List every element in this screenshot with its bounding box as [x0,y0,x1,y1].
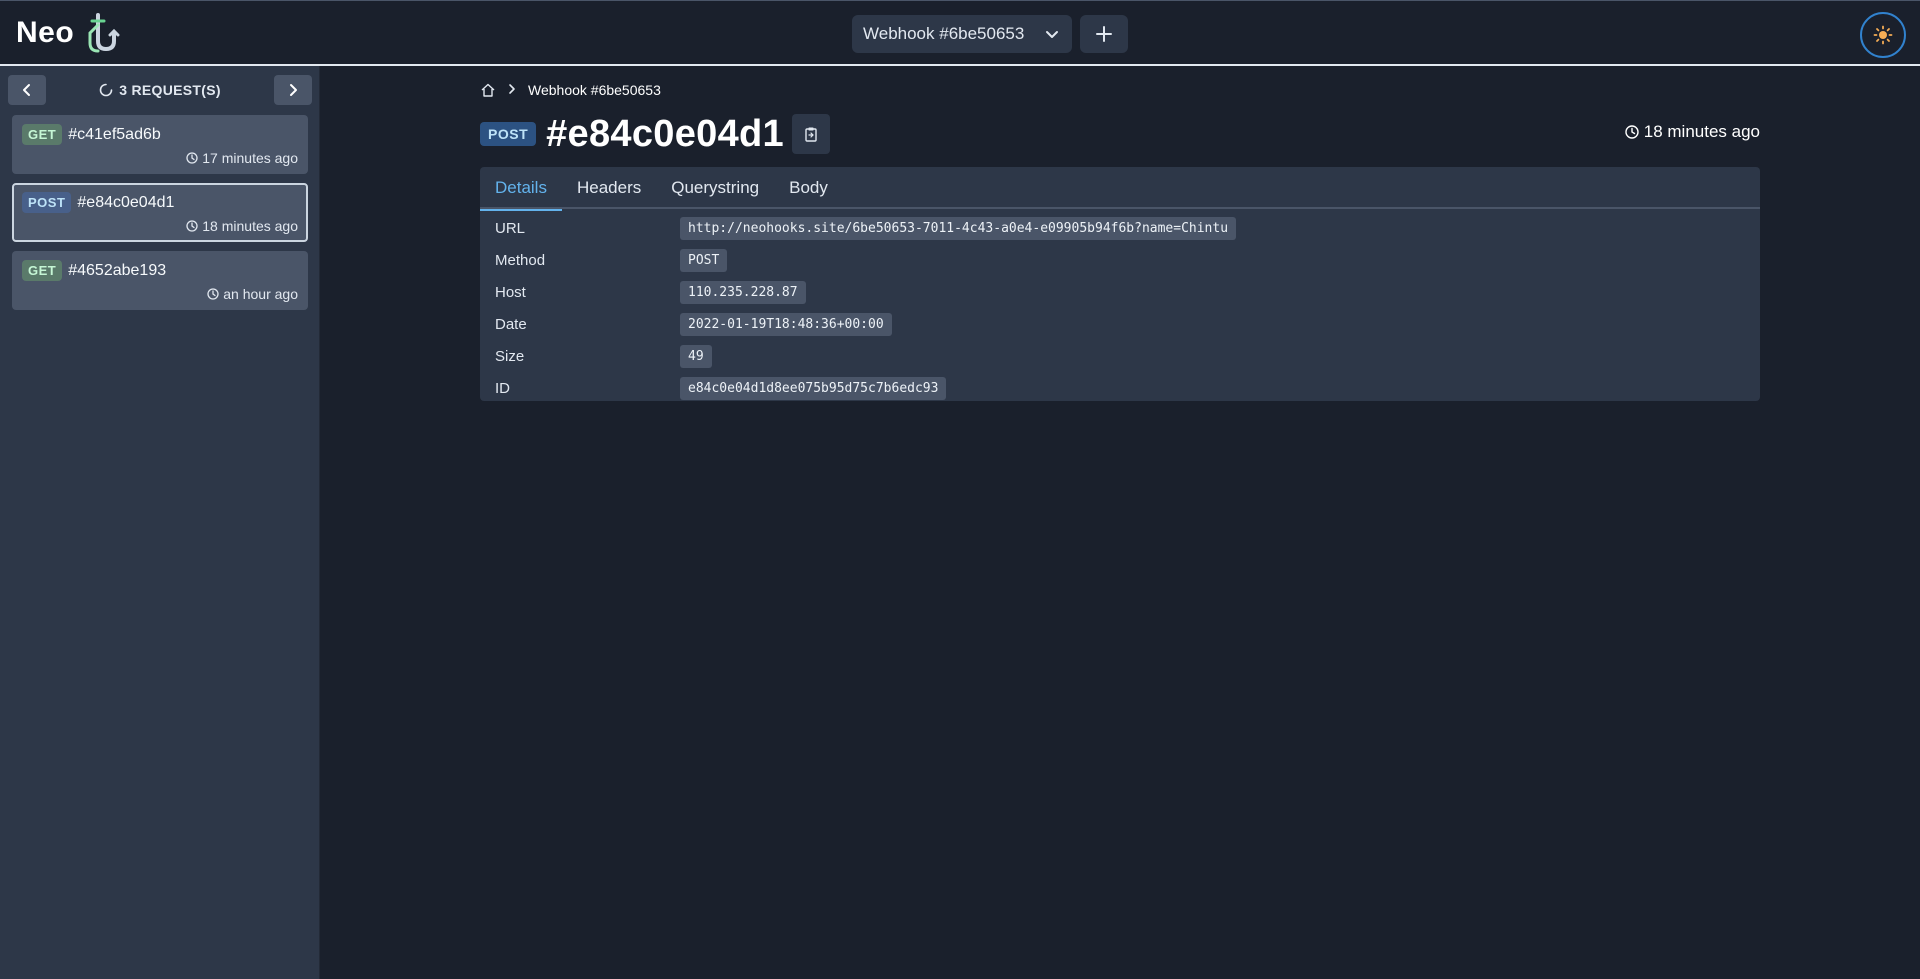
request-time-label: 18 minutes ago [202,218,298,234]
request-timestamp-label: 18 minutes ago [1643,122,1760,141]
tab-body[interactable]: Body [774,167,843,209]
request-timestamp: 18 minutes ago [1625,122,1760,142]
breadcrumb-separator [506,82,518,98]
previous-request-button[interactable] [8,75,46,105]
detail-value: 110.235.228.87 [680,280,806,304]
clock-icon [207,288,219,300]
next-request-button[interactable] [274,75,312,105]
chevron-down-icon [1046,31,1058,38]
detail-value: POST [680,248,728,272]
detail-key: Size [495,347,525,365]
chevron-right-icon [509,84,515,94]
top-bar: Neo Webhook #6be50653 [0,0,1920,66]
request-item-selected[interactable]: POST #e84c0e04d1 18 minutes ago [12,183,308,242]
tab-querystring[interactable]: Querystring [656,167,774,209]
request-id: #c41ef5ad6b [68,125,161,143]
detail-key: ID [495,379,510,397]
detail-row-id: ID e84c0e04d1d8ee075b95d75c7b6edc93 [480,372,1760,404]
request-nav: 3 REQUEST(S) [8,75,312,105]
breadcrumb-current[interactable]: Webhook #6be50653 [528,82,661,98]
sun-icon [1873,25,1893,45]
request-id: #e84c0e04d1 [77,193,175,211]
detail-value: 49 [680,344,712,368]
chevron-right-icon [290,84,297,96]
sidebar: 3 REQUEST(S) GET #c41ef5ad6b 17 minutes … [0,66,320,979]
request-details-panel: Details Headers Querystring Body URL htt… [480,167,1760,401]
chevron-left-icon [23,84,30,96]
clock-icon [186,152,198,164]
page-title: #e84c0e04d1 [546,112,784,155]
tab-details[interactable]: Details [480,167,562,211]
detail-key: Host [495,283,526,301]
request-id: #4652abe193 [68,261,167,279]
request-item[interactable]: GET #4652abe193 an hour ago [12,251,308,310]
detail-row-url: URL http://neohooks.site/6be50653-7011-4… [480,212,1760,244]
logo-text: Neo [16,16,75,49]
add-webhook-button[interactable] [1080,15,1128,53]
request-item[interactable]: GET #c41ef5ad6b 17 minutes ago [12,115,308,174]
logo[interactable]: Neo [16,11,120,55]
detail-row-size: Size 49 [480,340,1760,372]
request-time: an hour ago [207,286,298,302]
detail-row-host: Host 110.235.228.87 [480,276,1760,308]
home-icon[interactable] [480,82,496,98]
detail-row-method: Method POST [480,244,1760,276]
copy-button[interactable] [791,114,830,154]
breadcrumb: Webhook #6be50653 [480,80,661,100]
webhook-select[interactable]: Webhook #6be50653 [852,15,1072,53]
request-list: GET #c41ef5ad6b 17 minutes ago POST #e84… [12,115,308,319]
request-count: 3 REQUEST(S) [52,75,268,105]
theme-toggle-button[interactable] [1860,12,1906,58]
details-table: URL http://neohooks.site/6be50653-7011-4… [480,209,1760,404]
detail-key: Method [495,251,546,269]
detail-value: e84c0e04d1d8ee075b95d75c7b6edc93 [680,376,947,400]
request-count-label: 3 REQUEST(S) [119,82,221,98]
clipboard-icon [805,127,817,142]
request-time: 18 minutes ago [186,218,298,234]
method-badge: POST [480,122,537,146]
detail-value: 2022-01-19T18:48:36+00:00 [680,312,892,336]
request-time: 17 minutes ago [186,150,298,166]
method-badge: GET [22,124,63,145]
clock-icon [186,220,198,232]
tab-bar: Details Headers Querystring Body [480,167,1760,211]
main-content: Webhook #6be50653 POST #e84c0e04d1 18 mi… [320,66,1920,979]
method-badge: POST [22,192,72,213]
tab-headers[interactable]: Headers [562,167,656,209]
detail-value: http://neohooks.site/6be50653-7011-4c43-… [680,216,1237,240]
request-time-label: 17 minutes ago [202,150,298,166]
request-time-label: an hour ago [223,286,298,302]
webhook-select-label: Webhook #6be50653 [863,24,1025,43]
clock-icon [1625,125,1639,139]
detail-key: Date [495,315,527,333]
plus-icon [1096,26,1112,42]
method-badge: GET [22,260,63,281]
detail-row-date: Date 2022-01-19T18:48:36+00:00 [480,308,1760,340]
detail-key: URL [495,219,526,237]
hook-icon [88,13,120,53]
request-title-row: POST #e84c0e04d1 [480,110,830,158]
loading-spinner-icon [99,83,113,97]
